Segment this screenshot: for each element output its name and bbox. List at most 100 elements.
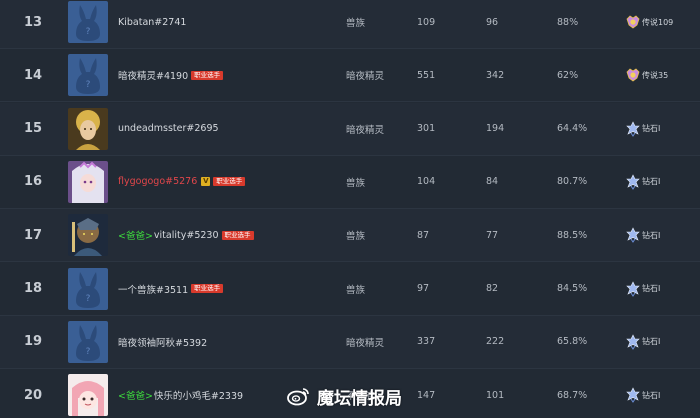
win-rate-cell: 88% — [557, 16, 579, 28]
title-prefix: <爸爸> — [118, 231, 153, 243]
games-cell: 97 — [417, 283, 430, 294]
armored-hero-avatar[interactable] — [68, 214, 108, 257]
wins-cell: 342 — [486, 69, 505, 81]
default-rabbit-avatar[interactable]: ? — [68, 320, 108, 363]
player-name-cell[interactable]: <爸爸> 快乐的小鸡毛#2339 — [118, 369, 243, 418]
tier-label: 钻石I — [642, 230, 661, 240]
games-cell: 551 — [417, 69, 436, 81]
tier-label: 传说35 — [642, 70, 669, 80]
race-cell: 兽族 — [346, 231, 366, 243]
wins-cell: 96 — [486, 16, 499, 28]
pro-player-badge: 职业选手 — [221, 230, 254, 240]
diamond-medal-icon — [626, 280, 640, 297]
win-rate-cell: 88.5% — [557, 229, 588, 241]
pro-player-badge: 职业选手 — [191, 70, 224, 80]
tier-label: 钻石I — [642, 177, 661, 187]
rank-number: 19 — [23, 334, 43, 350]
legend-medal-icon — [626, 68, 640, 82]
player-name[interactable]: undeadmsster#2695 — [118, 123, 219, 134]
golden-hero-avatar[interactable] — [68, 107, 108, 150]
svg-text:?: ? — [86, 80, 91, 90]
games-cell: 87 — [417, 229, 430, 241]
player-name[interactable]: Kibatan#2741 — [118, 17, 186, 28]
tier-label: 传说109 — [642, 17, 674, 27]
diamond-medal-icon — [626, 387, 640, 403]
wins-cell: 77 — [486, 229, 499, 241]
race-cell: 兽族 — [346, 18, 366, 29]
wins-cell: 222 — [486, 336, 505, 348]
race-cell: 暗夜精灵 — [346, 71, 385, 83]
default-rabbit-avatar[interactable]: ? — [68, 1, 108, 43]
watermark-text: 魔坛情报局 — [317, 388, 402, 409]
wins-cell: 84 — [486, 176, 499, 188]
table-row[interactable]: 13? Kibatan#2741 兽族 109 96 88% 传说109 — [0, 0, 700, 49]
player-name[interactable]: flygogogo#5276 — [118, 176, 197, 187]
legend-medal-icon — [626, 15, 640, 29]
title-prefix: <爸爸> — [118, 391, 153, 403]
tier-cell: 钻石I — [626, 103, 660, 155]
tier-cell: 传说35 — [626, 49, 668, 101]
table-row[interactable]: 14? 暗夜精灵#4190 职业选手 暗夜精灵 551 342 62% 传说35 — [0, 49, 700, 103]
games-cell: 301 — [417, 123, 436, 135]
race-cell: 暗夜精灵 — [346, 124, 385, 136]
win-rate-cell: 65.8% — [557, 336, 588, 348]
rank-number: 13 — [23, 14, 43, 30]
table-row[interactable]: 15 undeadmsster#2695 暗夜精灵 301 194 64.4% 钻石I — [0, 102, 700, 156]
player-name-cell[interactable]: 一个兽族#3511 职业选手 — [118, 263, 224, 315]
rank-number: 17 — [23, 227, 43, 243]
svg-text:?: ? — [86, 347, 91, 357]
player-name-cell[interactable]: <爸爸> vitality#5230 职业选手 — [118, 209, 254, 261]
tier-label: 钻石I — [642, 124, 661, 134]
table-row[interactable]: 19? 暗夜领袖阿秋#5392 暗夜精灵 337 222 65.8% 钻石I — [0, 315, 700, 369]
race-cell: 兽族 — [346, 177, 366, 189]
wins-cell: 101 — [486, 389, 505, 401]
leaderboard-table: 13? Kibatan#2741 兽族 109 96 88% 传说109 14? 暗夜精灵#41… — [0, 0, 700, 418]
tier-cell: 钻石I — [626, 263, 660, 315]
anime-girl-avatar[interactable] — [68, 160, 108, 203]
default-rabbit-avatar[interactable]: ? — [68, 54, 108, 97]
tier-cell: 钻石I — [626, 316, 660, 368]
svg-text:?: ? — [86, 294, 91, 304]
tier-label: 钻石I — [642, 390, 661, 400]
win-rate-cell: 68.7% — [557, 389, 588, 401]
games-cell: 147 — [417, 389, 436, 401]
player-name-cell[interactable]: 暗夜领袖阿秋#5392 — [118, 316, 207, 368]
win-rate-cell: 62% — [557, 69, 579, 81]
weibo-watermark: 魔坛情报局 — [287, 381, 402, 411]
vip-badge: V — [201, 177, 211, 187]
games-cell: 337 — [417, 336, 436, 348]
tier-cell: 钻石I — [626, 209, 660, 261]
player-name[interactable]: vitality#5230 — [154, 230, 219, 241]
games-cell: 104 — [417, 176, 436, 188]
tier-cell: 钻石I — [626, 156, 660, 208]
games-cell: 109 — [417, 16, 436, 28]
table-row[interactable]: 17 <爸爸> vitality#5230 职业选手 兽族 87 77 88.5% 钻石I — [0, 209, 700, 263]
table-row[interactable]: 18? 一个兽族#3511 职业选手 兽族 97 82 84.5% 钻石I — [0, 262, 700, 316]
pro-player-badge: 职业选手 — [213, 177, 246, 187]
rank-number: 20 — [23, 387, 43, 403]
player-name[interactable]: 快乐的小鸡毛#2339 — [154, 388, 243, 402]
win-rate-cell: 84.5% — [557, 283, 588, 294]
rank-number: 18 — [23, 281, 43, 296]
race-cell: 暗夜精灵 — [346, 337, 385, 349]
player-name[interactable]: 暗夜精灵#4190 — [118, 68, 188, 82]
rank-number: 15 — [23, 121, 43, 137]
tier-label: 钻石I — [642, 337, 661, 347]
tier-cell: 传说109 — [626, 0, 673, 48]
player-name[interactable]: 一个兽族#3511 — [118, 282, 188, 296]
table-row[interactable]: 16 flygogogo#5276 V 职业选手 兽族 104 84 80.7% 钻石I — [0, 155, 700, 209]
rank-number: 14 — [23, 67, 43, 83]
pro-player-badge: 职业选手 — [191, 284, 224, 293]
player-name-cell[interactable]: Kibatan#2741 — [118, 0, 186, 48]
player-name-cell[interactable]: undeadmsster#2695 — [118, 103, 219, 155]
player-name-cell[interactable]: 暗夜精灵#4190 职业选手 — [118, 49, 224, 101]
pink-hair-girl-avatar[interactable] — [68, 374, 108, 417]
diamond-medal-icon — [626, 174, 640, 190]
tier-cell: 钻石I — [626, 369, 660, 418]
player-name-cell[interactable]: flygogogo#5276 V 职业选手 — [118, 156, 246, 208]
svg-text:?: ? — [86, 27, 91, 37]
diamond-medal-icon — [626, 334, 640, 350]
race-cell: 兽族 — [346, 284, 366, 296]
player-name[interactable]: 暗夜领袖阿秋#5392 — [118, 335, 207, 349]
default-rabbit-avatar[interactable]: ? — [68, 267, 108, 310]
